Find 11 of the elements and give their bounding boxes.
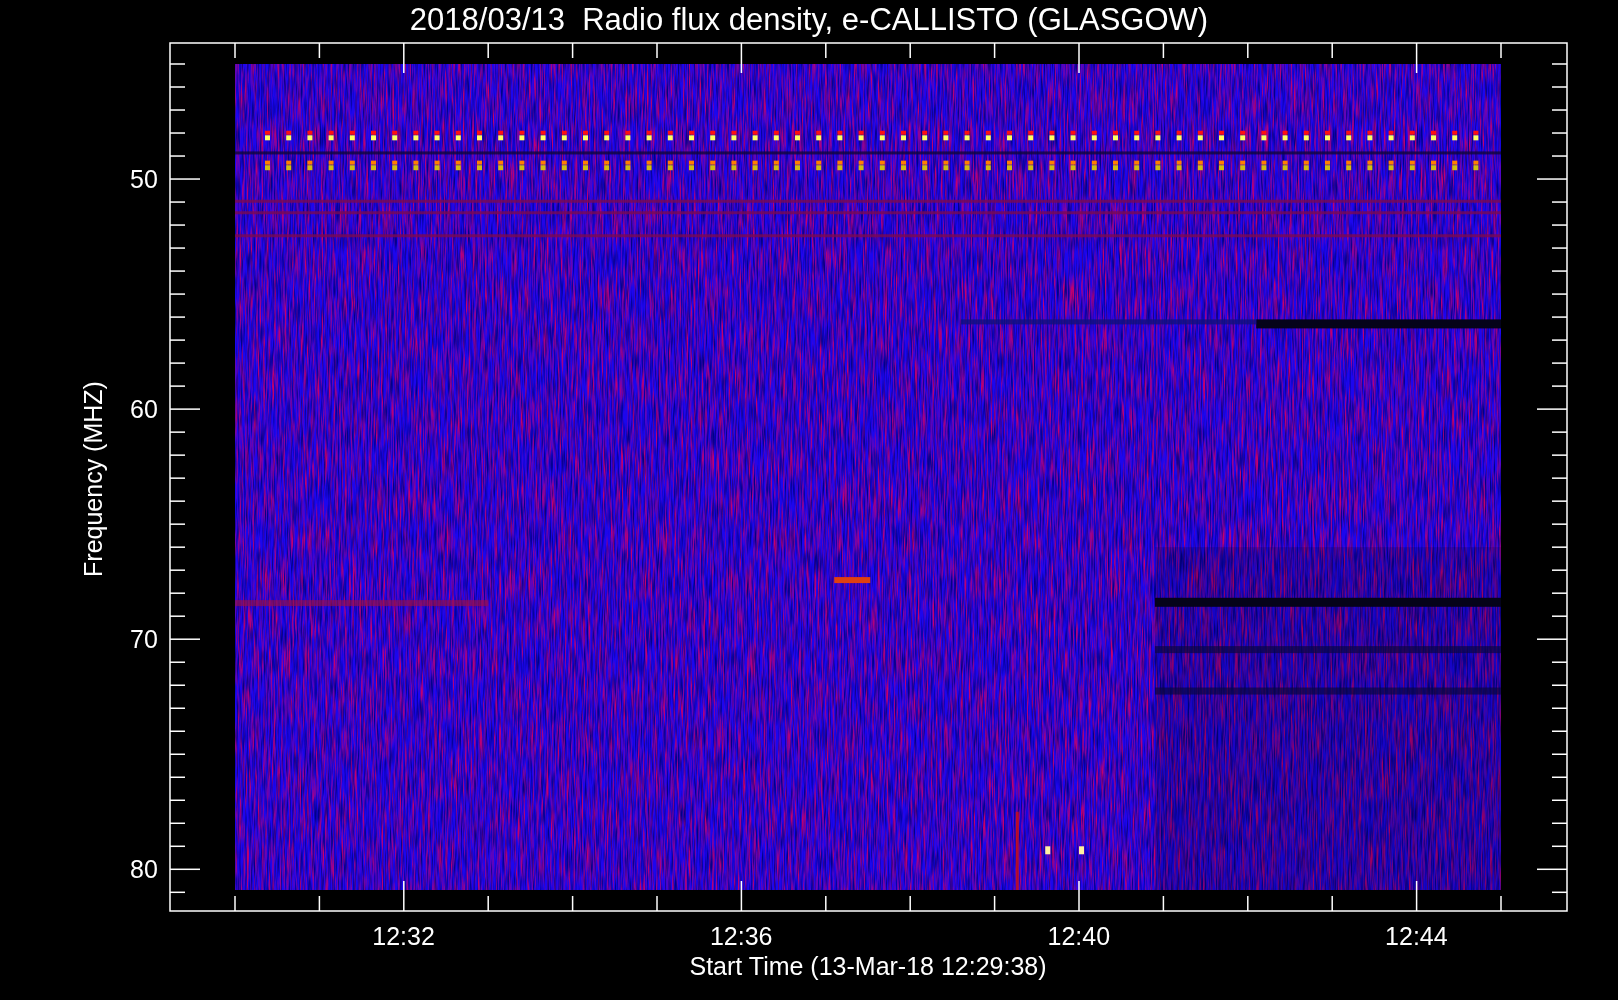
y-tick-label: 70 bbox=[130, 625, 158, 654]
y-tick-label: 60 bbox=[130, 395, 158, 424]
x-tick-label: 12:36 bbox=[709, 922, 773, 950]
x-tick-label: 12:40 bbox=[1047, 922, 1111, 950]
x-tick-label: 12:32 bbox=[372, 922, 435, 950]
y-tick-label: 50 bbox=[130, 165, 158, 194]
plot-title: 2018/03/13 Radio flux density, e-CALLISTO (GLASGOW) bbox=[409, 1, 1209, 39]
x-axis-label: Start Time (13-Mar-18 12:29:38) bbox=[689, 952, 1047, 980]
y-tick-label: 80 bbox=[130, 855, 158, 884]
y-axis-label: Frequency (MHZ) bbox=[78, 381, 107, 577]
x-tick-label: 12:44 bbox=[1385, 922, 1448, 950]
